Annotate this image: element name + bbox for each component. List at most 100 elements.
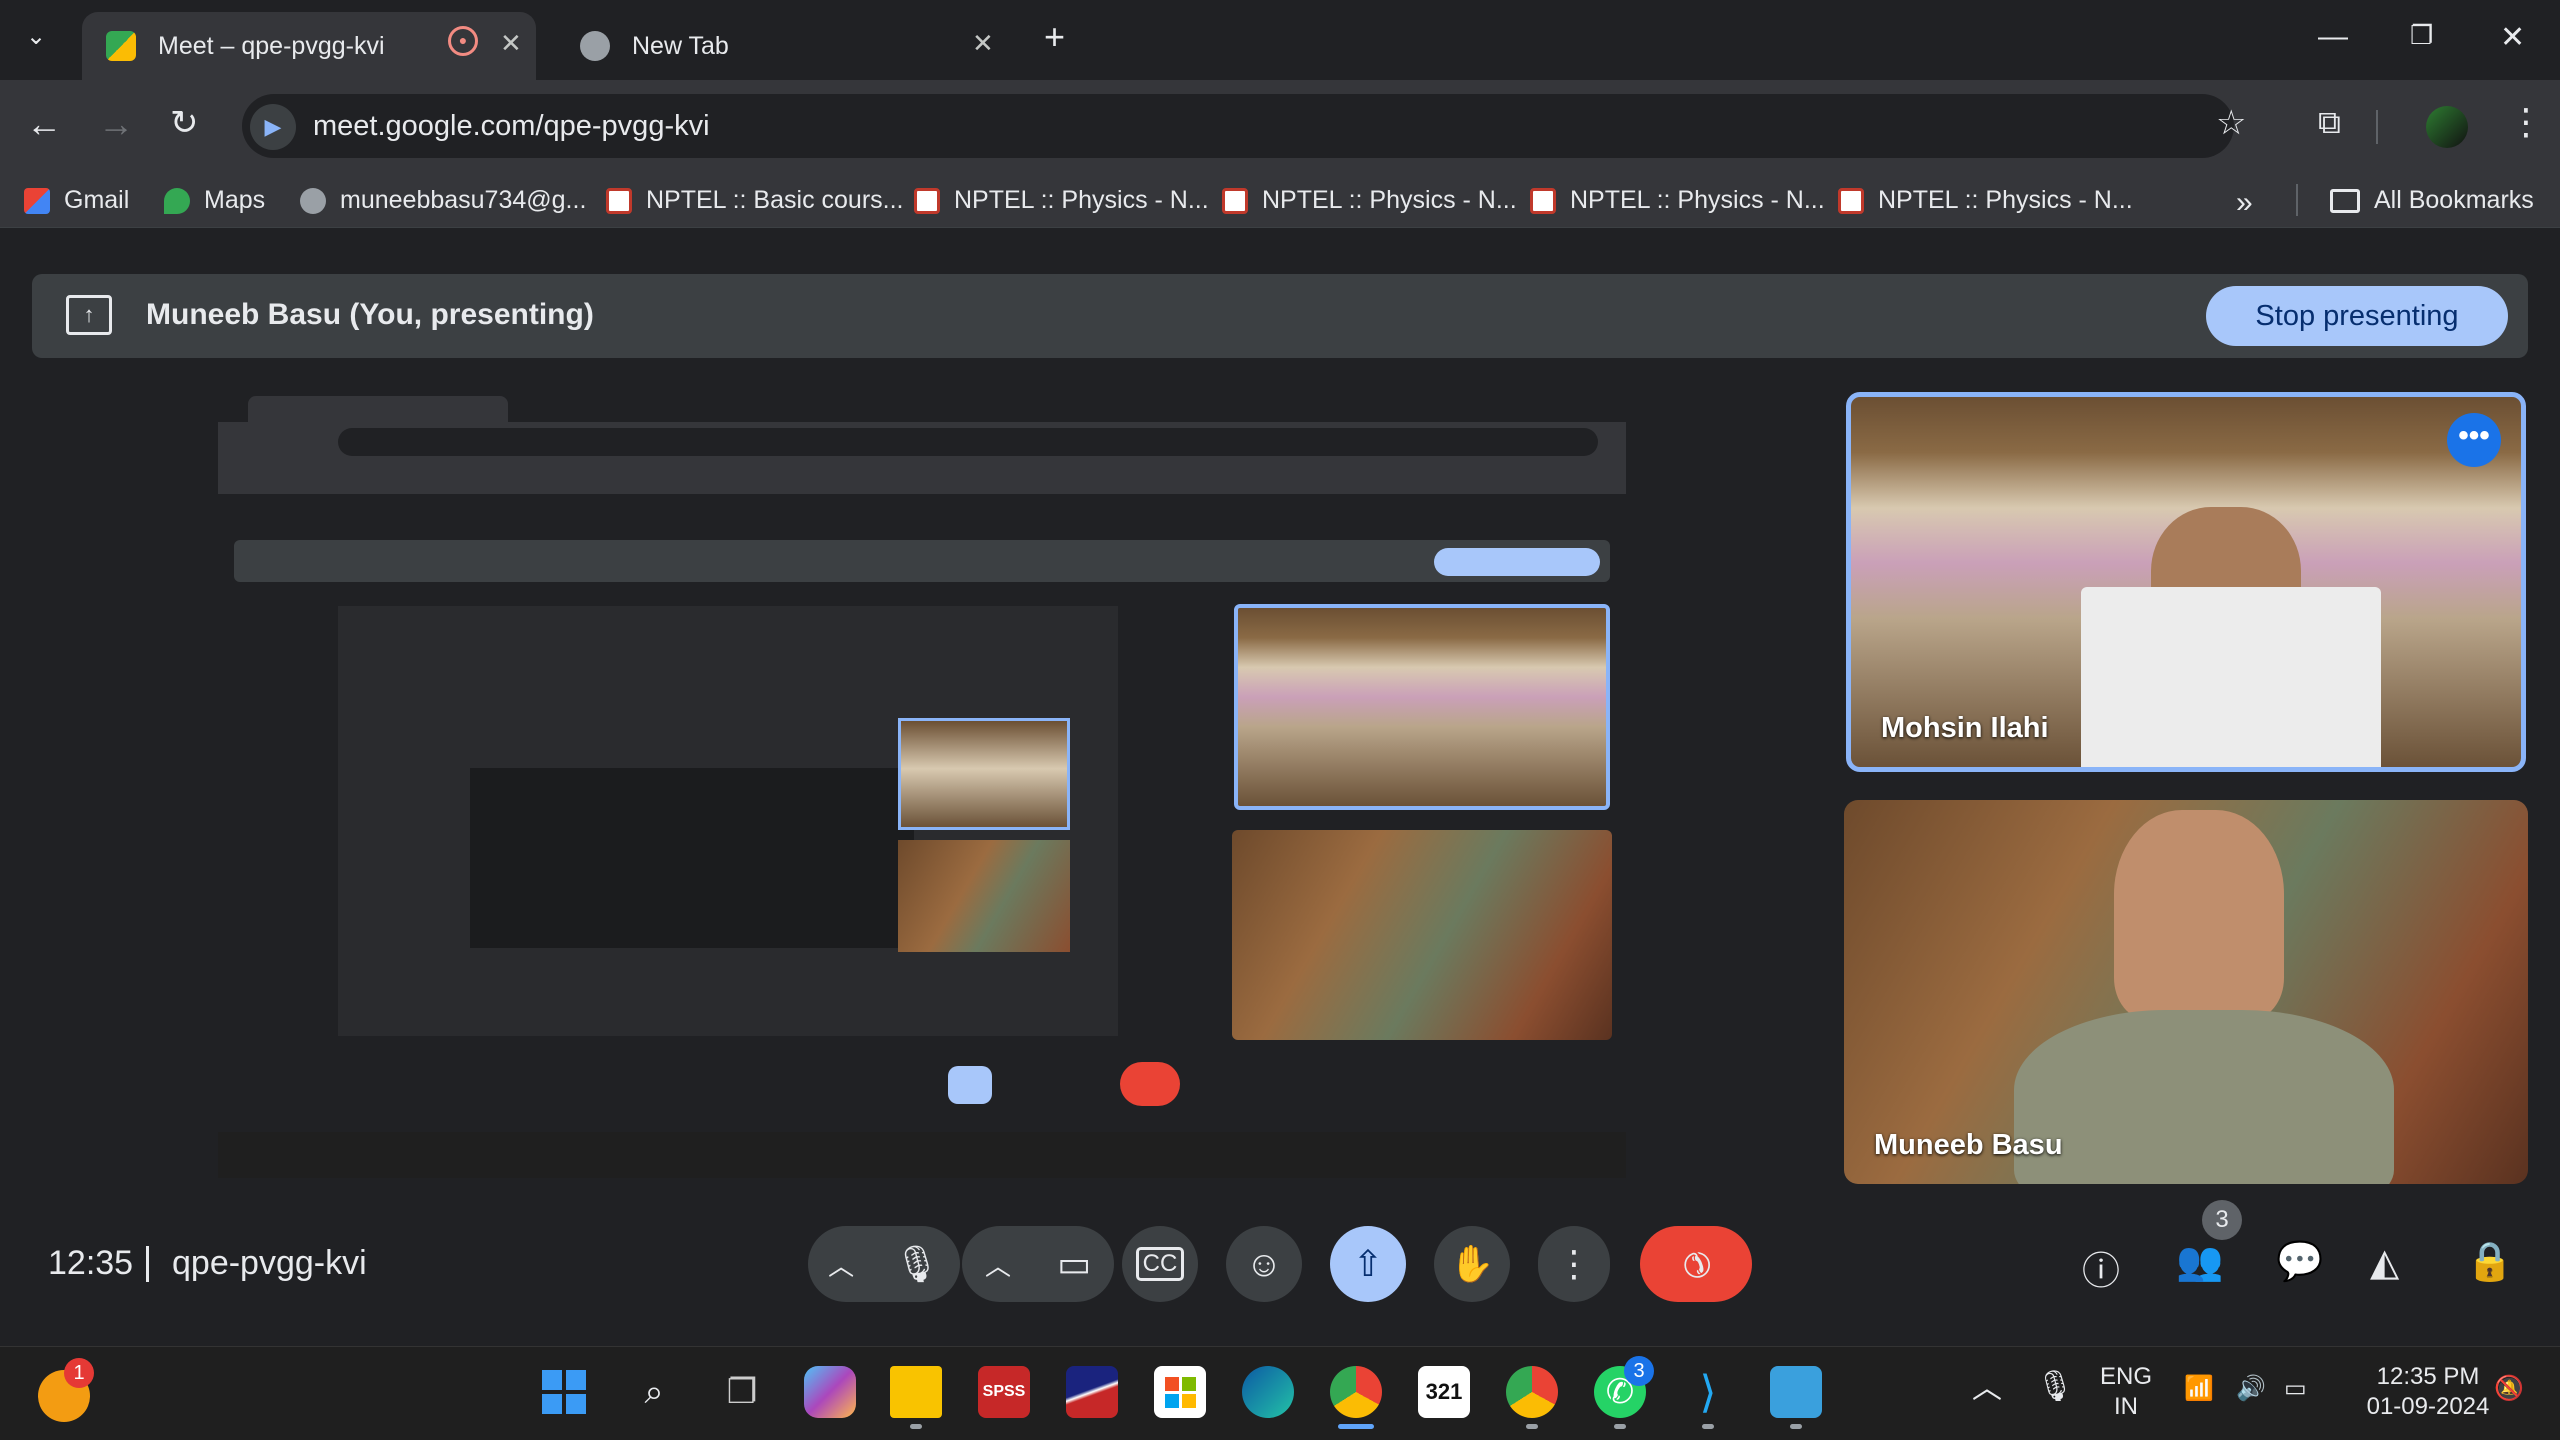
mirror-inner-screen-deep — [470, 768, 914, 948]
search-icon[interactable]: ⌕ — [628, 1366, 680, 1418]
captions-button[interactable]: CC — [1122, 1226, 1198, 1302]
file-explorer-icon[interactable] — [890, 1366, 942, 1418]
chrome-profile-icon[interactable] — [1506, 1366, 1558, 1418]
tab-search-icon[interactable]: ⌄ — [26, 22, 46, 51]
stop-presenting-button[interactable]: Stop presenting — [2206, 286, 2508, 346]
bookmark-nptel-3[interactable]: NPTEL :: Physics - N... — [1222, 186, 1517, 215]
region-code: IN — [2114, 1393, 2138, 1420]
bookmark-nptel-2[interactable]: NPTEL :: Physics - N... — [914, 186, 1209, 215]
taskbar-time: 12:35 PM — [2376, 1363, 2480, 1390]
forward-icon[interactable]: → — [98, 106, 134, 142]
end-call-icon: ✆ — [1672, 1240, 1720, 1288]
extensions-icon[interactable]: ⧉ — [2318, 106, 2341, 138]
bookmarks-divider — [2296, 184, 2298, 216]
bookmark-label: NPTEL :: Physics - N... — [1570, 186, 1825, 214]
restore-icon[interactable]: ❐ — [2410, 20, 2433, 51]
language-code: ENG — [2100, 1363, 2153, 1390]
gmail-icon — [24, 187, 50, 214]
more-options-icon[interactable]: ••• — [2447, 413, 2501, 467]
vscode-icon[interactable]: ⟩ — [1682, 1366, 1734, 1418]
edge-icon[interactable] — [1242, 1366, 1294, 1418]
mirror-tile-mohsin — [1234, 604, 1610, 810]
mirror-tile-mohsin-small — [898, 718, 1070, 830]
raise-hand-button[interactable]: ✋ — [1434, 1226, 1510, 1302]
bookmark-muneeb[interactable]: muneebbasu734@g... — [300, 186, 586, 215]
tray-overflow-icon[interactable]: ︿ — [1972, 1374, 2002, 1404]
tab-meet[interactable]: Meet – qpe-pvgg-kvi ● ✕ — [82, 12, 536, 80]
profile-avatar[interactable] — [2426, 106, 2468, 148]
battery-icon[interactable]: ▭ — [2284, 1374, 2307, 1404]
reactions-button[interactable]: ☺ — [1226, 1226, 1302, 1302]
participant-tile-mohsin[interactable]: ••• Mohsin Ilahi — [1846, 392, 2526, 772]
notifications-icon[interactable]: 🔕 — [2494, 1374, 2524, 1404]
running-indicator — [1526, 1424, 1538, 1429]
close-tab-icon[interactable]: ✕ — [972, 28, 994, 59]
activities-icon[interactable]: ◭ — [2370, 1240, 2399, 1285]
new-tab-icon[interactable]: + — [1044, 16, 1065, 58]
participant-video — [2114, 810, 2284, 1020]
participant-name: Mohsin Ilahi — [1881, 712, 2049, 744]
bookmark-gmail[interactable]: Gmail — [24, 186, 129, 215]
meeting-code: qpe-pvgg-kvi — [172, 1244, 367, 1282]
reload-icon[interactable]: ↻ — [170, 106, 199, 140]
bookmark-nptel-5[interactable]: NPTEL :: Physics - N... — [1838, 186, 2133, 215]
more-bookmarks-icon[interactable]: » — [2236, 186, 2253, 220]
toolbar-divider — [2376, 110, 2378, 144]
site-info-icon[interactable]: ▶ — [250, 104, 296, 150]
active-indicator — [1338, 1424, 1374, 1429]
meeting-clock: 12:35 — [48, 1244, 134, 1282]
close-window-icon[interactable]: ✕ — [2500, 20, 2525, 55]
leave-call-button[interactable]: ✆ — [1640, 1226, 1752, 1302]
browser-menu-icon[interactable]: ⋮ — [2508, 104, 2544, 140]
mirror-taskbar — [218, 1132, 1626, 1178]
spss-icon[interactable]: SPSS — [978, 1366, 1030, 1418]
mirror-tile-muneeb — [1232, 830, 1612, 1040]
whatsapp-badge: 3 — [1624, 1356, 1654, 1386]
video-options-chevron-icon[interactable]: ︿ — [985, 1246, 1011, 1283]
ms-app-icon[interactable] — [1066, 1366, 1118, 1418]
language-indicator[interactable]: ENG IN — [2100, 1362, 2152, 1422]
system-clock[interactable]: 12:35 PM 01-09-2024 — [2344, 1362, 2512, 1422]
bookmark-nptel-1[interactable]: NPTEL :: Basic cours... — [606, 186, 903, 215]
url-text[interactable]: meet.google.com/qpe-pvgg-kvi — [313, 110, 710, 143]
host-controls-icon[interactable]: 🔒 — [2466, 1240, 2513, 1284]
microphone-tray-icon[interactable]: 🎙 — [2036, 1372, 2074, 1402]
participant-tile-muneeb[interactable]: Muneeb Basu — [1844, 800, 2528, 1184]
held-paper — [2081, 587, 2381, 767]
bookmark-nptel-4[interactable]: NPTEL :: Physics - N... — [1530, 186, 1825, 215]
minimize-icon[interactable]: — — [2318, 20, 2348, 54]
wifi-icon[interactable]: 📶 — [2184, 1374, 2214, 1404]
volume-icon[interactable]: 🔊 — [2236, 1374, 2266, 1404]
copilot-icon[interactable] — [804, 1366, 856, 1418]
running-indicator — [1702, 1424, 1714, 1429]
calendar-app-icon[interactable]: 321 — [1418, 1366, 1470, 1418]
people-icon[interactable]: 👥 — [2176, 1240, 2223, 1284]
all-bookmarks[interactable]: All Bookmarks — [2330, 186, 2534, 215]
present-now-button[interactable]: ⇧ — [1330, 1226, 1406, 1302]
bookmark-star-icon[interactable]: ☆ — [2216, 106, 2246, 140]
mic-icon[interactable]: 🎙 — [894, 1243, 940, 1285]
meeting-details-icon[interactable]: ⓘ — [2082, 1240, 2120, 1295]
nptel-icon — [914, 187, 940, 214]
nptel-icon — [1530, 187, 1556, 214]
bookmark-label: NPTEL :: Physics - N... — [954, 186, 1209, 214]
chat-icon[interactable]: 💬 — [2276, 1240, 2323, 1284]
audio-options-chevron-icon[interactable]: ︿ — [828, 1246, 854, 1283]
nptel-icon — [1838, 187, 1864, 214]
camera-icon[interactable]: ▭ — [1057, 1243, 1091, 1285]
task-view-icon[interactable]: ❐ — [716, 1366, 768, 1418]
close-tab-icon[interactable]: ✕ — [500, 28, 522, 59]
notepad-icon[interactable] — [1770, 1366, 1822, 1418]
more-options-button[interactable]: ⋮ — [1538, 1226, 1610, 1302]
tab-new-tab[interactable]: New Tab ✕ — [556, 12, 1016, 80]
hand-icon: ✋ — [1449, 1243, 1495, 1284]
chrome-favicon-icon — [580, 31, 610, 61]
back-icon[interactable]: ← — [26, 106, 62, 142]
chrome-icon[interactable] — [1330, 1366, 1382, 1418]
store-icon[interactable] — [1154, 1366, 1206, 1418]
tab-new-tab-title: New Tab — [632, 31, 729, 60]
bookmark-label: muneebbasu734@g... — [340, 186, 587, 214]
folder-icon — [2330, 188, 2360, 213]
start-icon[interactable] — [538, 1366, 590, 1418]
bookmark-maps[interactable]: Maps — [164, 186, 265, 215]
